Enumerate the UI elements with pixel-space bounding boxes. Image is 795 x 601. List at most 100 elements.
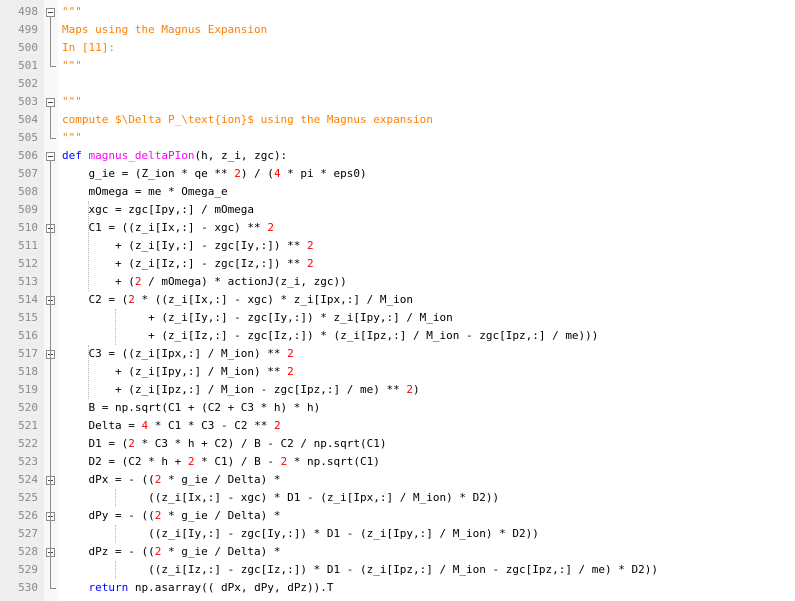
code-line[interactable]: + (z_i[Ipz,:] / M_ion - zgc[Ipz,:] / me)… (62, 381, 420, 399)
code-token: + (z_i[Ipz,:] / M_ion - zgc[Ipz,:] / me)… (62, 383, 407, 396)
line-number: 500 (18, 41, 38, 54)
line-number: 509 (18, 203, 38, 216)
indent-guide (114, 489, 116, 507)
fold-range-line (50, 107, 51, 138)
line-number: 517 (18, 347, 38, 360)
code-line[interactable]: xgc = zgc[Ipy,:] / mOmega (62, 201, 254, 219)
line-number: 499 (18, 23, 38, 36)
code-line[interactable]: dPx = - ((2 * g_ie / Delta) * (62, 471, 280, 489)
code-token: * ((z_i[Ix,:] - xgc) * z_i[Ipx,:] / M_io… (134, 293, 414, 306)
line-number: 530 (18, 581, 38, 594)
code-line[interactable]: def magnus_deltaPIon(h, z_i, zgc): (62, 147, 287, 165)
fold-range-line (50, 161, 51, 588)
code-line[interactable]: """ (62, 93, 82, 111)
code-line[interactable]: + (2 / mOmega) * actionJ(z_i, zgc)) (62, 273, 347, 291)
line-number: 524 (18, 473, 38, 486)
indent-guide (88, 345, 90, 399)
indent-guide (114, 309, 116, 345)
code-token: """ (62, 95, 82, 108)
line-number: 510 (18, 221, 38, 234)
code-token: 2 (128, 437, 135, 450)
code-line[interactable]: """ (62, 3, 82, 21)
code-token: 4 (273, 167, 281, 180)
code-token: + ( (62, 275, 135, 288)
code-line[interactable]: mOmega = me * Omega_e (62, 183, 228, 201)
code-token: 2 (234, 167, 241, 180)
code-token: """ (62, 59, 82, 72)
fold-minus-icon[interactable] (46, 7, 55, 17)
code-token: ((z_i[Ix,:] - xgc) * D1 - (z_i[Ipx,:] / … (62, 491, 500, 504)
line-number: 501 (18, 59, 38, 72)
code-line[interactable]: In [11]: (62, 39, 115, 57)
code-editor[interactable]: 498 499 500 501 502 503 504 505 506 507 508 509 510 5… (0, 0, 795, 601)
code-token: C3 = ((z_i[Ipx,:] / M_ion) ** (62, 347, 288, 360)
line-number: 519 (18, 383, 38, 396)
code-line[interactable]: ((z_i[Ix,:] - xgc) * D1 - (z_i[Ipx,:] / … (62, 489, 499, 507)
code-token: * pi * eps0) (280, 167, 367, 180)
code-token: (h, z_i, zgc): (194, 149, 288, 162)
code-token: 2 (307, 239, 314, 252)
fold-minus-icon[interactable] (46, 97, 55, 107)
code-line[interactable]: """ (62, 57, 82, 75)
indent-guide (114, 561, 116, 579)
code-token: + (z_i[Iy,:] - zgc[Iy,:]) ** (62, 239, 308, 252)
code-token: * g_ie / Delta) * (161, 509, 281, 522)
code-token: + (z_i[Iz,:] - zgc[Iz,:]) * (z_i[Ipz,:] … (62, 329, 599, 342)
indent-guide (114, 525, 116, 543)
code-line[interactable]: C3 = ((z_i[Ipx,:] / M_ion) ** 2 (62, 345, 294, 363)
code-line[interactable]: dPz = - ((2 * g_ie / Delta) * (62, 543, 281, 561)
code-line[interactable]: Delta = 4 * C1 * C3 - C2 ** 2 (62, 417, 281, 435)
code-line[interactable]: D1 = (2 * C3 * h + C2) / B - C2 / np.sqr… (62, 435, 387, 453)
code-line[interactable]: + (z_i[Iz,:] - zgc[Iz,:]) * (z_i[Ipz,:] … (62, 327, 598, 345)
code-token: Maps using the Magnus Expansion (62, 23, 268, 36)
code-token: D2 = (C2 * h + (62, 455, 188, 468)
code-token: dPx = - (( (62, 473, 155, 486)
code-token: compute $\Delta P_\text{ion}$ using the … (62, 113, 433, 126)
code-token: np.asarray(( dPx, dPy, dPz)).T (128, 581, 334, 594)
code-token: * g_ie / Delta) * (161, 545, 281, 558)
code-line[interactable]: dPy = - ((2 * g_ie / Delta) * (62, 507, 281, 525)
code-line[interactable]: + (z_i[Iy,:] - zgc[Iy,:]) * z_i[Ipy,:] /… (62, 309, 453, 327)
code-line[interactable]: compute $\Delta P_\text{ion}$ using the … (62, 111, 433, 129)
code-line[interactable]: ((z_i[Iy,:] - zgc[Iy,:]) * D1 - (z_i[Ipy… (62, 525, 539, 543)
line-number: 508 (18, 185, 38, 198)
code-line[interactable]: B = np.sqrt(C1 + (C2 + C3 * h) * h) (62, 399, 320, 417)
code-line[interactable]: ((z_i[Iz,:] - zgc[Iz,:]) * D1 - (z_i[Ipz… (62, 561, 658, 579)
code-token: 2 (128, 293, 135, 306)
code-token: 2 (287, 347, 294, 360)
line-number: 522 (18, 437, 38, 450)
line-number: 507 (18, 167, 38, 180)
code-token: def (62, 149, 82, 162)
code-line[interactable]: C2 = (2 * ((z_i[Ix,:] - xgc) * z_i[Ipx,:… (62, 291, 413, 309)
code-token: dPy = - (( (62, 509, 155, 522)
line-number: 498 (18, 5, 38, 18)
line-number: 503 (18, 95, 38, 108)
line-number: 505 (18, 131, 38, 144)
code-token: 2 (267, 221, 274, 234)
code-line[interactable]: return np.asarray(( dPx, dPy, dPz)).T (62, 579, 334, 597)
code-token: * C3 * h + C2) / B - C2 / np.sqrt(C1) (134, 437, 387, 450)
code-token: 2 (406, 383, 413, 396)
line-number: 520 (18, 401, 38, 414)
code-line[interactable]: g_ie = (Z_ion * qe ** 2) / (4 * pi * eps… (62, 165, 367, 183)
code-token: 2 (307, 257, 314, 270)
code-line[interactable]: + (z_i[Iz,:] - zgc[Iz,:]) ** 2 (62, 255, 314, 273)
code-line[interactable]: D2 = (C2 * h + 2 * C1) / B - 2 * np.sqrt… (62, 453, 379, 471)
fold-range-end (50, 66, 56, 67)
code-token: ) (413, 383, 420, 396)
code-token: return (88, 581, 129, 594)
code-token: 2 (273, 419, 281, 432)
code-token: * C1) / B - (194, 455, 281, 468)
fold-minus-icon[interactable] (46, 151, 55, 161)
code-token: + (z_i[Iz,:] - zgc[Iz,:]) ** (62, 257, 308, 270)
code-line[interactable]: Maps using the Magnus Expansion (62, 21, 267, 39)
code-line[interactable]: C1 = ((z_i[Ix,:] - xgc) ** 2 (62, 219, 274, 237)
code-line[interactable]: + (z_i[Ipy,:] / M_ion) ** 2 (62, 363, 294, 381)
code-token: mOmega = me * Omega_e (62, 185, 228, 198)
code-line[interactable]: """ (62, 129, 82, 147)
code-token: / mOmega) * actionJ(z_i, zgc)) (141, 275, 347, 288)
code-line[interactable]: + (z_i[Iy,:] - zgc[Iy,:]) ** 2 (62, 237, 314, 255)
indent-guide (88, 201, 90, 291)
